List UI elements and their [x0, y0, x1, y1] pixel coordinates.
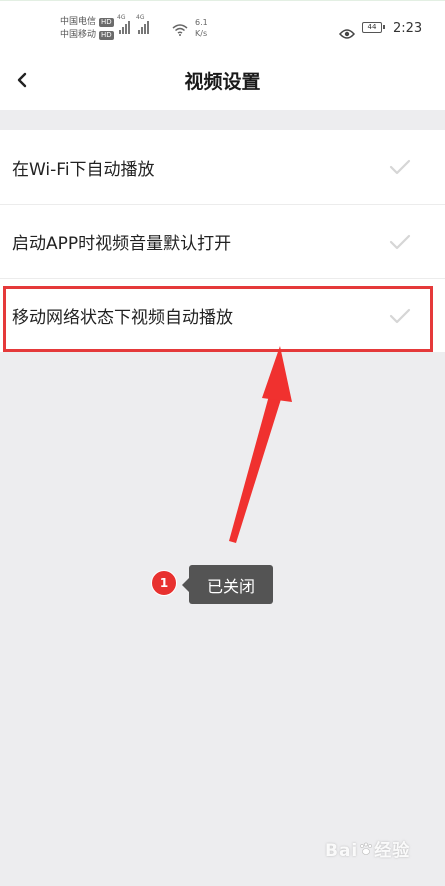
status-clock: 2:23 [393, 21, 423, 36]
page-title: 视频设置 [184, 71, 261, 93]
header: 视频设置 [0, 50, 445, 110]
network-type-tag: 4G [136, 14, 145, 21]
watermark-brand-left: Bai [325, 841, 359, 861]
speed-value: 6.1 [195, 18, 208, 27]
paw-icon [359, 841, 373, 861]
setting-mobile-autoplay[interactable]: 移动网络状态下视频自动播放 [0, 278, 445, 352]
check-icon[interactable] [389, 158, 411, 176]
signal-group: 4G 4G [117, 14, 149, 34]
setting-label: 移动网络状态下视频自动播放 [12, 308, 233, 328]
setting-label: 启动APP时视频音量默认打开 [12, 234, 232, 254]
check-icon[interactable] [389, 307, 411, 325]
check-icon[interactable] [389, 233, 411, 251]
signal-icon: 4G [117, 14, 130, 34]
baidu-watermark: Bai 经验 [325, 836, 410, 861]
status-bar: 中国电信 HD 中国移动 HD 4G 4G 6.1 K/s 44 2:23 [0, 0, 445, 50]
carrier-info: 中国电信 HD 中国移动 HD [60, 16, 114, 42]
wifi-icon [172, 21, 188, 40]
carrier-2-label: 中国移动 [60, 30, 97, 40]
tooltip-text: 已关闭 [206, 576, 255, 596]
setting-wifi-autoplay[interactable]: 在Wi-Fi下自动播放 [0, 130, 445, 204]
battery-icon: 44 [362, 22, 385, 33]
setting-label: 在Wi-Fi下自动播放 [12, 159, 155, 180]
step-number-badge: 1 [151, 570, 177, 596]
carrier-1-label: 中国电信 [60, 17, 97, 27]
network-type-tag: 4G [117, 14, 126, 21]
network-speed: 6.1 K/s [195, 17, 208, 39]
speed-unit: K/s [195, 29, 208, 38]
hd-badge: HD [99, 18, 114, 27]
watermark-brand-right: 经验 [374, 841, 411, 861]
battery-level: 44 [367, 23, 377, 31]
eye-icon [339, 24, 355, 43]
setting-app-volume-default[interactable]: 启动APP时视频音量默认打开 [0, 204, 445, 278]
hd-badge: HD [99, 31, 114, 40]
signal-icon: 4G [136, 14, 149, 34]
settings-list: 在Wi-Fi下自动播放 启动APP时视频音量默认打开 移动网络状态下视频自动播放 [0, 130, 445, 352]
status-tooltip: 已关闭 [182, 565, 273, 604]
